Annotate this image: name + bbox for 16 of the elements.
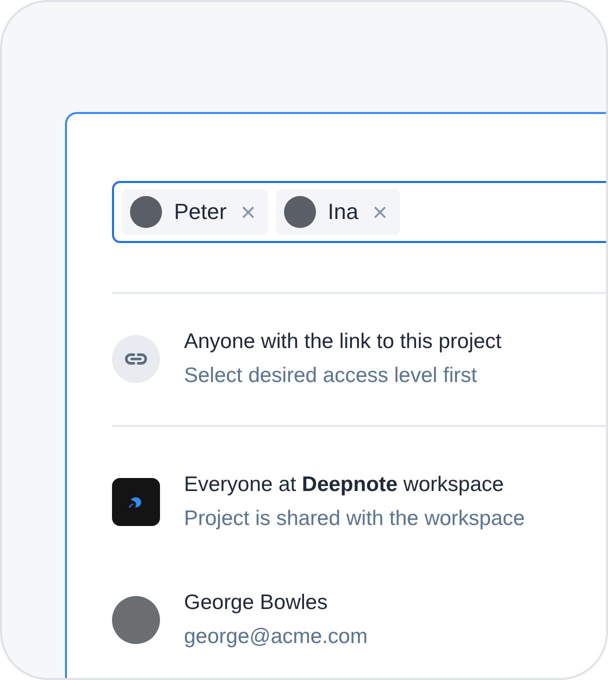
access-subtitle: george@acme.com: [184, 625, 368, 649]
workspace-logo-icon: [112, 478, 160, 526]
access-subtitle: Select desired access level first: [184, 364, 478, 388]
chip-label: Ina: [328, 199, 358, 225]
access-title: Everyone at Deepnote workspace: [184, 473, 505, 497]
access-title: George Bowles: [184, 591, 329, 615]
access-title: Anyone with the link to this project: [184, 330, 502, 354]
link-icon: [112, 335, 160, 383]
chip-label: Peter: [174, 199, 227, 225]
avatar-icon: [284, 196, 316, 228]
avatar-icon: [112, 596, 160, 644]
avatar-icon: [130, 196, 162, 228]
person-chip[interactable]: Peter ×: [122, 189, 268, 235]
person-chip[interactable]: Ina ×: [276, 189, 400, 235]
access-subtitle: Project is shared with the workspace: [184, 507, 525, 531]
invite-field[interactable]: Peter × Ina ×: [112, 181, 606, 243]
